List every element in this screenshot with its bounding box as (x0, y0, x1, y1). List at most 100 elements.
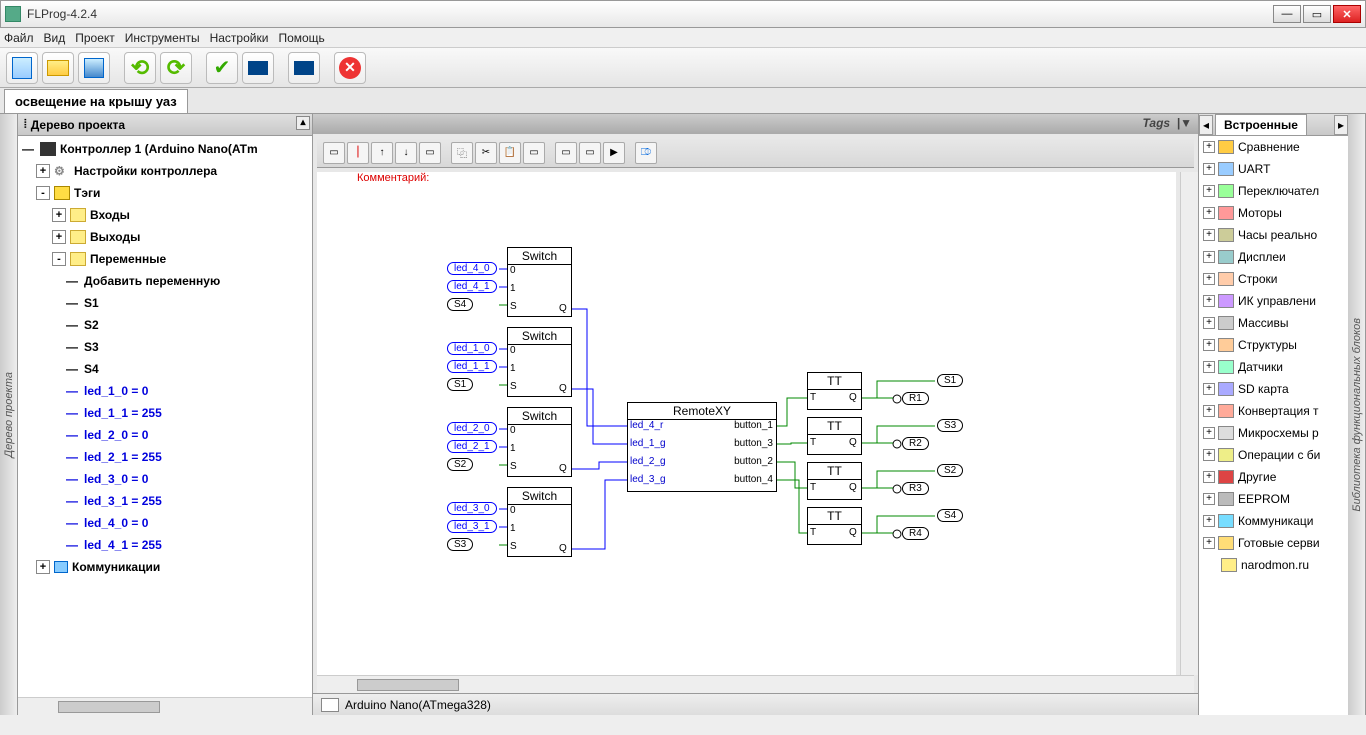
library-list[interactable]: +Сравнение+UART+Переключател+Моторы+Часы… (1199, 136, 1348, 715)
ctb-cut[interactable]: ✂ (475, 142, 497, 164)
lib-item-16[interactable]: +EEPROM (1199, 488, 1348, 510)
menu-file[interactable]: Файл (4, 31, 34, 45)
tree-node-12[interactable]: —led_1_1 = 255 (18, 402, 312, 424)
output-tag[interactable]: S3 (937, 419, 963, 432)
lib-tab[interactable]: Встроенные (1215, 114, 1307, 135)
redo-button[interactable]: ⟳ (160, 52, 192, 84)
expand-icon[interactable]: + (1203, 493, 1215, 505)
expand-icon[interactable]: + (1203, 295, 1215, 307)
project-tree[interactable]: —Контроллер 1 (Arduino Nano(ATm+⚙Настрой… (18, 136, 312, 697)
menu-settings[interactable]: Настройки (210, 31, 269, 45)
undo-button[interactable]: ⟲ (124, 52, 156, 84)
expand-icon[interactable]: + (36, 560, 50, 574)
expand-icon[interactable]: + (1203, 405, 1215, 417)
tree-node-19[interactable]: +Коммуникации (18, 556, 312, 578)
ctb-5[interactable]: ▭ (419, 142, 441, 164)
input-tag[interactable]: S3 (447, 538, 473, 551)
tree-node-9[interactable]: —S3 (18, 336, 312, 358)
tree-node-13[interactable]: —led_2_0 = 0 (18, 424, 312, 446)
expand-icon[interactable]: - (36, 186, 50, 200)
input-tag[interactable]: led_3_1 (447, 520, 497, 533)
expand-icon[interactable]: + (1203, 273, 1215, 285)
tree-node-15[interactable]: —led_3_0 = 0 (18, 468, 312, 490)
tt-block-0[interactable]: TT (807, 372, 862, 410)
lib-item-8[interactable]: +Массивы (1199, 312, 1348, 334)
tree-node-7[interactable]: —S1 (18, 292, 312, 314)
expand-icon[interactable]: + (1203, 339, 1215, 351)
stop-button[interactable]: ✕ (334, 52, 366, 84)
lib-subitem[interactable]: narodmon.ru (1199, 554, 1348, 576)
input-tag[interactable]: led_1_0 (447, 342, 497, 355)
tree-node-10[interactable]: —S4 (18, 358, 312, 380)
ctb-13[interactable]: ⎄ (635, 142, 657, 164)
minimize-button[interactable]: — (1273, 5, 1301, 23)
lib-item-1[interactable]: +UART (1199, 158, 1348, 180)
input-tag[interactable]: led_1_1 (447, 360, 497, 373)
input-tag[interactable]: led_2_0 (447, 422, 497, 435)
expand-icon[interactable]: + (1203, 229, 1215, 241)
tt-block-1[interactable]: TT (807, 417, 862, 455)
tree-node-3[interactable]: +Входы (18, 204, 312, 226)
tree-collapse-button[interactable]: ▴ (296, 116, 310, 130)
tree-node-16[interactable]: —led_3_1 = 255 (18, 490, 312, 512)
output-tag[interactable]: R4 (902, 527, 929, 540)
ctb-down[interactable]: ↓ (395, 142, 417, 164)
canvas-hscroll[interactable] (317, 675, 1194, 693)
output-tag[interactable]: S1 (937, 374, 963, 387)
input-tag[interactable]: S1 (447, 378, 473, 391)
lib-item-13[interactable]: +Микросхемы р (1199, 422, 1348, 444)
lib-right-arrow[interactable]: ▸ (1334, 115, 1348, 135)
tree-hscroll[interactable] (18, 697, 312, 715)
tree-node-8[interactable]: —S2 (18, 314, 312, 336)
upload-button[interactable] (288, 52, 320, 84)
expand-icon[interactable]: + (1203, 383, 1215, 395)
input-tag[interactable]: led_3_0 (447, 502, 497, 515)
output-tag[interactable]: R3 (902, 482, 929, 495)
menu-tools[interactable]: Инструменты (125, 31, 200, 45)
lib-item-7[interactable]: +ИК управлени (1199, 290, 1348, 312)
lib-item-5[interactable]: +Дисплеи (1199, 246, 1348, 268)
input-tag[interactable]: S2 (447, 458, 473, 471)
tree-node-6[interactable]: —Добавить переменную (18, 270, 312, 292)
canvas-vscroll[interactable] (1180, 172, 1198, 675)
input-tag[interactable]: led_2_1 (447, 440, 497, 453)
lib-item-6[interactable]: +Строки (1199, 268, 1348, 290)
compile-button[interactable] (242, 52, 274, 84)
output-tag[interactable]: S4 (937, 509, 963, 522)
document-tab[interactable]: освещение на крышу уаз (4, 89, 188, 113)
input-tag[interactable]: S4 (447, 298, 473, 311)
new-button[interactable] (6, 52, 38, 84)
left-sidebar-strip[interactable]: Дерево проекта (0, 114, 18, 715)
lib-item-10[interactable]: +Датчики (1199, 356, 1348, 378)
expand-icon[interactable]: + (1203, 185, 1215, 197)
tree-node-0[interactable]: —Контроллер 1 (Arduino Nano(ATm (18, 138, 312, 160)
ctb-2[interactable]: ⎮ (347, 142, 369, 164)
lib-item-4[interactable]: +Часы реально (1199, 224, 1348, 246)
expand-icon[interactable]: - (52, 252, 66, 266)
ctb-paste[interactable]: 📋 (499, 142, 521, 164)
close-button[interactable]: ✕ (1333, 5, 1361, 23)
expand-icon[interactable]: + (36, 164, 50, 178)
output-tag[interactable]: S2 (937, 464, 963, 477)
tree-node-1[interactable]: +⚙Настройки контроллера (18, 160, 312, 182)
maximize-button[interactable]: ▭ (1303, 5, 1331, 23)
lib-item-15[interactable]: +Другие (1199, 466, 1348, 488)
expand-icon[interactable]: + (52, 208, 66, 222)
lib-item-2[interactable]: +Переключател (1199, 180, 1348, 202)
input-tag[interactable]: led_4_0 (447, 262, 497, 275)
expand-icon[interactable]: + (1203, 163, 1215, 175)
tree-node-14[interactable]: —led_2_1 = 255 (18, 446, 312, 468)
lib-left-arrow[interactable]: ◂ (1199, 115, 1213, 135)
lib-item-18[interactable]: +Готовые серви (1199, 532, 1348, 554)
ctb-copy[interactable]: ⿻ (451, 142, 473, 164)
output-tag[interactable]: R2 (902, 437, 929, 450)
diagram-canvas[interactable]: Комментарий: Switch01SQled_4_0led_4_1S4S… (317, 172, 1176, 675)
right-sidebar-strip[interactable]: Библиотека функциональных блоков (1348, 114, 1366, 715)
tt-block-2[interactable]: TT (807, 462, 862, 500)
ctb-1[interactable]: ▭ (323, 142, 345, 164)
lib-item-12[interactable]: +Конвертация т (1199, 400, 1348, 422)
lib-item-14[interactable]: +Операции с би (1199, 444, 1348, 466)
menu-view[interactable]: Вид (44, 31, 66, 45)
expand-icon[interactable]: + (1203, 515, 1215, 527)
ctb-del[interactable]: ▭ (523, 142, 545, 164)
